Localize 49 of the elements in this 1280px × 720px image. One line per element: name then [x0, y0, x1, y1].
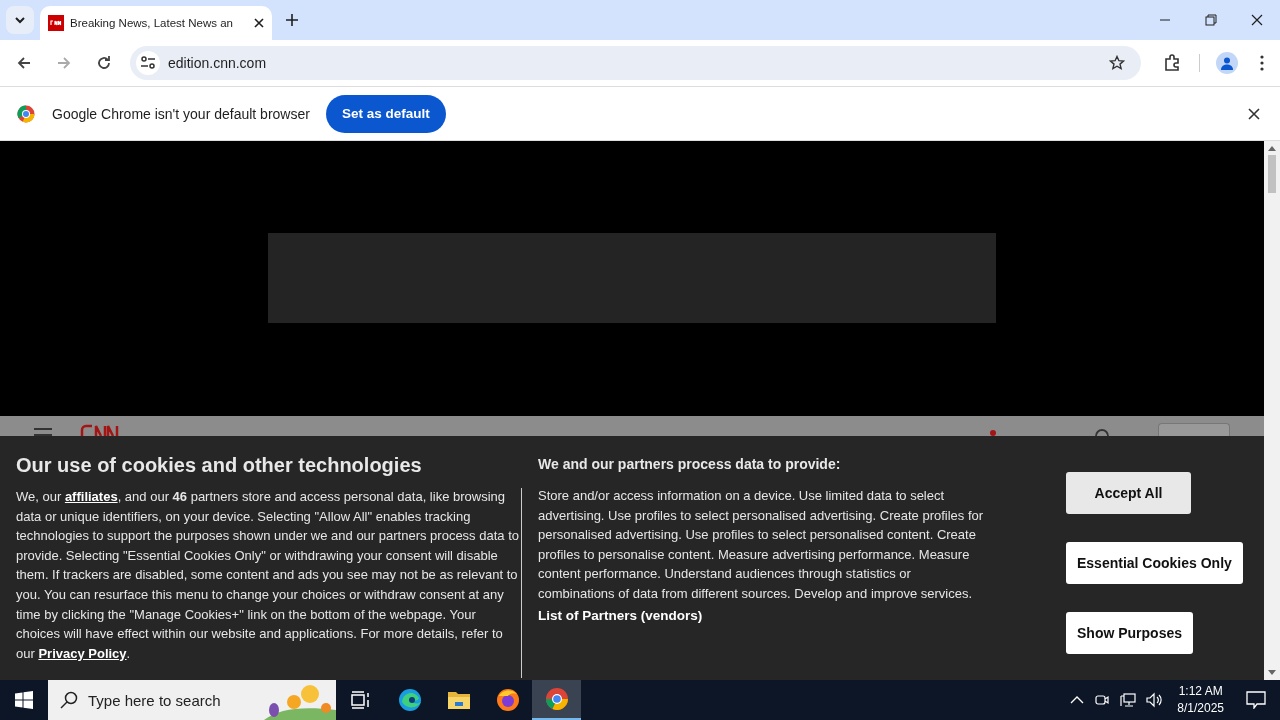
- site-settings-icon[interactable]: [136, 51, 160, 75]
- search-input[interactable]: Type here to search: [86, 690, 240, 710]
- chevron-down-icon: [14, 14, 26, 26]
- url-text: edition.cnn.com: [168, 55, 267, 71]
- notifications-icon[interactable]: [1246, 691, 1266, 709]
- new-tab-icon[interactable]: [286, 14, 298, 26]
- clock-time: 1:12 AM: [1178, 683, 1223, 700]
- favicon-icon: [48, 15, 64, 31]
- tab-search-button[interactable]: [6, 6, 34, 34]
- scrollbar-thumb[interactable]: [1268, 155, 1276, 193]
- windows-start-icon[interactable]: [15, 691, 33, 709]
- profile-icon[interactable]: [1216, 52, 1238, 74]
- banner-title: Our use of cookies and other technologies: [16, 454, 423, 477]
- partners-link[interactable]: List of Partners (vendors): [538, 607, 703, 623]
- banner-paragraph: We, our affiliates, and our 46 partners store and access personal data, like browsing data or unique identifiers, on your device. Selecting "Allow All" enables tracking technologies to support the purposes shown under we and our partners process data to provide. Selecting "Essential Cookies Only" or withdrawing your consent will disable them. If trackers are disabled, some content and ads you see may not be as relevant to you. You can resurface this menu to change your choices or withdraw consent at any time by clicking the "Manage Cookies+" link on the bottom of the webpage. Your choices will have effect within our website and applications. For more details, refer to our Privacy Policy.: [16, 488, 520, 663]
- clock-date: 8/1/2025: [1177, 700, 1224, 717]
- purposes-paragraph: Store and/or access information on a device. Use limited data to select advertising. Use profiles to select personalised advertising. Create profiles for personalised advertising. Use profiles to select personalised content. Create profiles to personalise content. Measure advertising performance. Measure content performance. Understand audiences through statistics or combinations of data from different sources. Develop and improve services.: [538, 487, 985, 603]
- reload-icon[interactable]: [96, 55, 112, 71]
- menu-icon[interactable]: [1260, 55, 1264, 71]
- bookmark-star-icon[interactable]: [1109, 55, 1125, 71]
- consent-button[interactable]: Show Purposes: [1066, 612, 1194, 654]
- scroll-down-icon[interactable]: [1268, 670, 1276, 676]
- network-icon[interactable]: [1120, 692, 1137, 708]
- browser-tab[interactable]: Breaking News, Latest News an: [40, 6, 272, 40]
- puzzle-icon[interactable]: [1163, 54, 1181, 72]
- close-icon[interactable]: [1251, 14, 1263, 26]
- restore-icon[interactable]: [1205, 14, 1217, 26]
- taskbar-search-field[interactable]: Type here to search: [48, 680, 336, 720]
- clock[interactable]: 1:12 AM 8/1/2025: [1177, 683, 1224, 717]
- purposes-heading: We and our partners process data to provide:: [538, 456, 842, 472]
- speaker-icon[interactable]: [1146, 692, 1165, 708]
- back-icon[interactable]: [16, 55, 32, 71]
- taskbar-app-icon[interactable]: [532, 680, 581, 720]
- infobar-message: Google Chrome isn't your default browser: [52, 105, 310, 122]
- close-icon[interactable]: [1248, 107, 1260, 120]
- camera-icon[interactable]: [1094, 692, 1111, 708]
- set-as-default-button[interactable]: Set as default: [325, 94, 446, 133]
- close-icon[interactable]: [254, 18, 264, 28]
- text-link[interactable]: Privacy Policy: [38, 645, 127, 661]
- scroll-up-icon[interactable]: [1268, 145, 1276, 151]
- consent-button[interactable]: Accept All: [1066, 472, 1191, 514]
- chevron-up-icon[interactable]: [1070, 695, 1085, 705]
- live-dot-icon: [990, 430, 996, 436]
- text-link[interactable]: affiliates: [64, 489, 118, 504]
- tab-title: Breaking News, Latest News an: [70, 17, 234, 29]
- consent-button[interactable]: Essential Cookies Only: [1066, 542, 1243, 584]
- hamburger-menu-icon[interactable]: [34, 428, 52, 436]
- chrome-icon: [17, 104, 35, 123]
- address-bar[interactable]: edition.cnn.com: [130, 46, 1141, 80]
